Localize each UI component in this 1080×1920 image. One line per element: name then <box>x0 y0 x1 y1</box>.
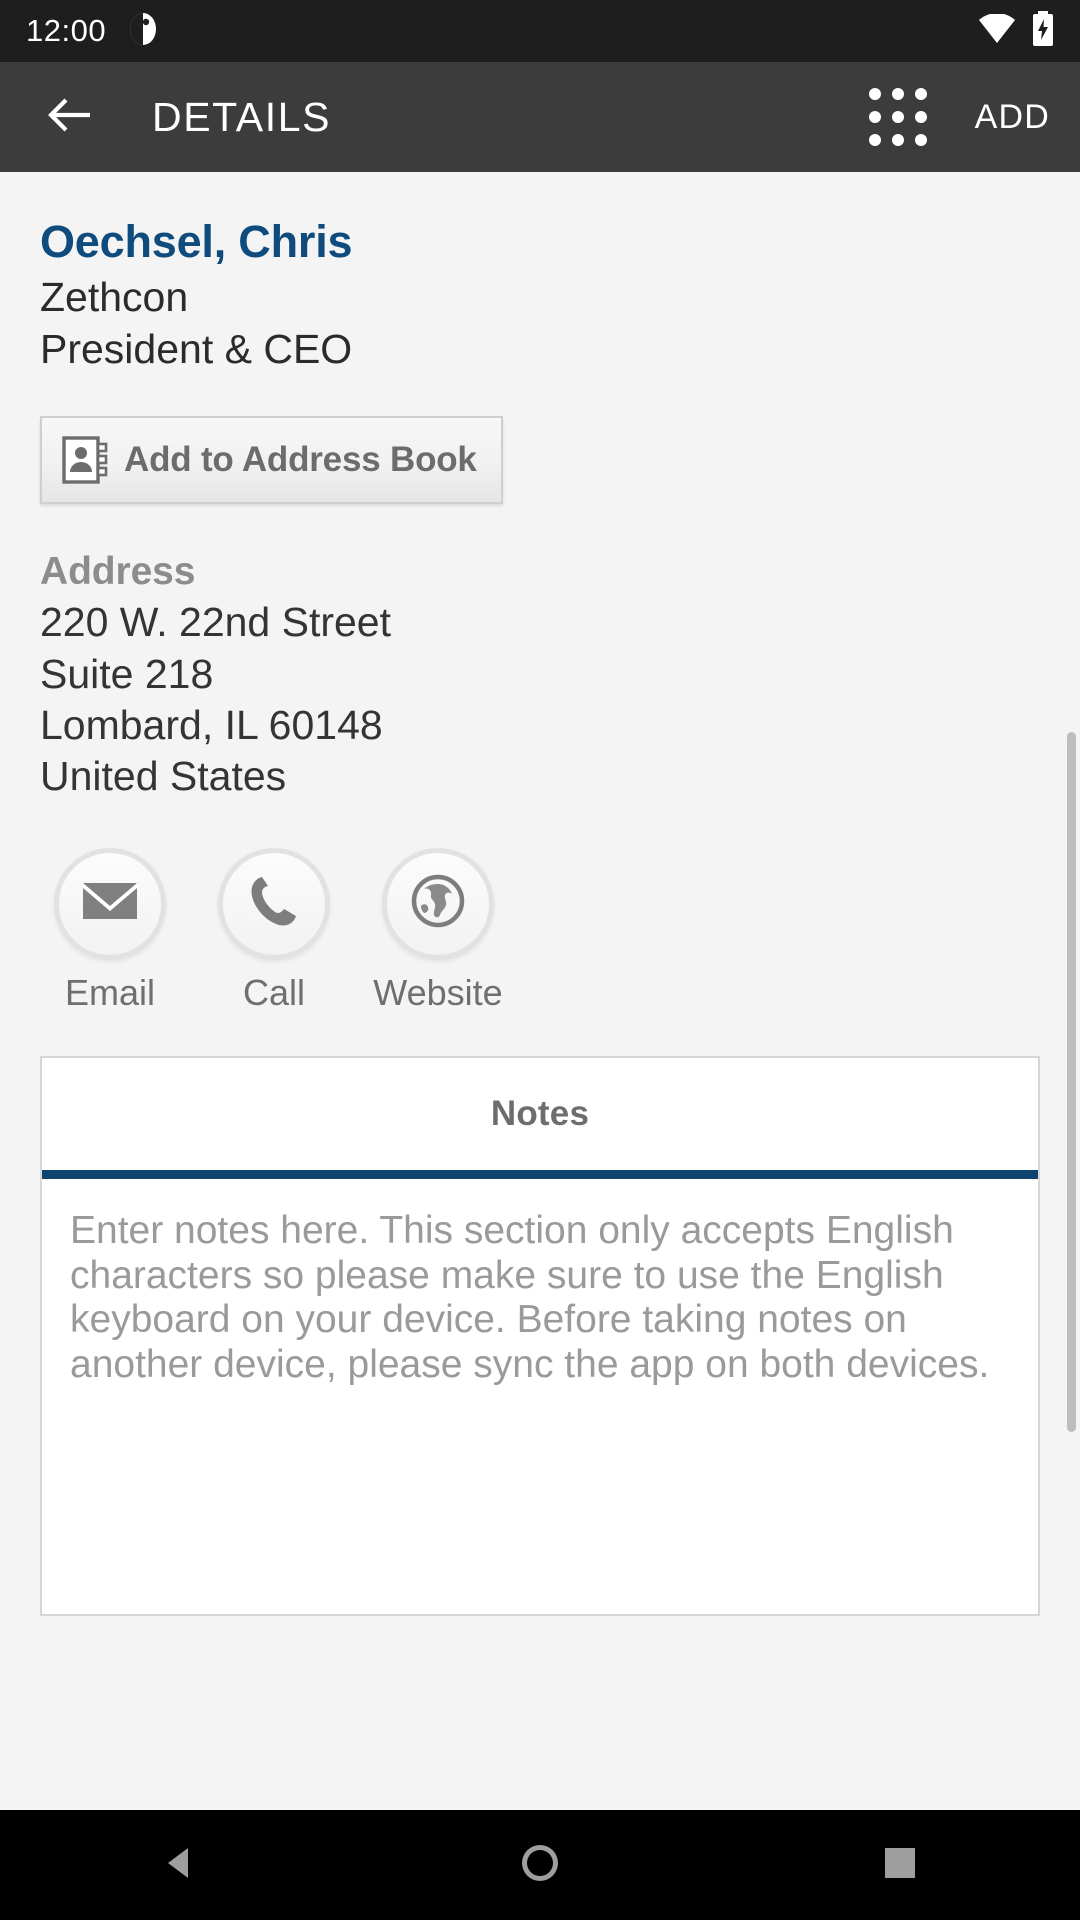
globe-icon <box>410 873 466 934</box>
contact-name[interactable]: Oechsel, Chris <box>40 217 1040 267</box>
page-title: DETAILS <box>152 93 332 140</box>
system-navigation-bar <box>0 1810 1080 1920</box>
nav-home-circle-icon <box>517 1840 563 1891</box>
add-button[interactable]: ADD <box>973 92 1052 143</box>
website-action-label: Website <box>373 971 503 1013</box>
call-action-label: Call <box>242 971 305 1013</box>
notification-dot-icon <box>128 12 158 51</box>
vertical-scrollbar[interactable] <box>1067 732 1076 1432</box>
wifi-icon <box>978 12 1016 49</box>
address-line: Suite 218 <box>40 650 214 697</box>
address-line: United States <box>40 753 287 800</box>
address-section-label: Address <box>40 550 196 594</box>
nav-recents-button[interactable] <box>820 1810 980 1920</box>
contact-job-title: President & CEO <box>40 325 353 372</box>
status-bar: 12:00 <box>0 0 1080 62</box>
email-action-circle <box>54 847 166 960</box>
contact-card-icon <box>62 435 110 485</box>
add-to-address-book-label: Add to Address Book <box>124 440 477 480</box>
tab-notes[interactable]: Notes <box>42 1057 1038 1170</box>
contact-company: Zethcon <box>40 273 189 320</box>
nav-recents-square-icon <box>880 1843 920 1888</box>
back-button[interactable] <box>38 85 102 149</box>
details-content: Oechsel, Chris Zethcon President & CEO A… <box>0 172 1080 1810</box>
nav-home-button[interactable] <box>460 1810 620 1920</box>
arrow-back-icon <box>44 89 96 146</box>
phone-icon <box>248 874 300 933</box>
details-inner: Oechsel, Chris Zethcon President & CEO A… <box>0 172 1080 1014</box>
nav-back-button[interactable] <box>100 1810 260 1920</box>
status-system-icons <box>978 10 1054 52</box>
add-to-address-book-button[interactable]: Add to Address Book <box>40 416 503 505</box>
notes-placeholder: Enter notes here. This section only acce… <box>70 1208 990 1387</box>
notes-input[interactable]: Enter notes here. This section only acce… <box>42 1178 1038 1614</box>
notes-tab-label: Notes <box>490 1093 590 1133</box>
address-line: 220 W. 22nd Street <box>40 599 392 646</box>
status-notification-icons <box>128 12 158 51</box>
battery-charging-icon <box>1032 10 1054 52</box>
address-line: Lombard, IL 60148 <box>40 702 383 749</box>
email-action-button[interactable]: Email <box>40 847 180 1014</box>
status-clock: 12:00 <box>26 13 107 48</box>
website-action-circle <box>382 847 494 960</box>
envelope-icon <box>81 879 139 928</box>
contact-actions: Email Call Website <box>40 847 1040 1014</box>
apps-grid-icon[interactable] <box>868 88 927 146</box>
call-action-circle <box>218 847 330 960</box>
call-action-button[interactable]: Call <box>204 847 344 1014</box>
notes-tab-underline <box>42 1169 1038 1179</box>
email-action-label: Email <box>64 971 156 1013</box>
website-action-button[interactable]: Website <box>368 847 508 1014</box>
nav-back-triangle-icon <box>158 1841 202 1890</box>
phone-screen: 12:00 DETAILS ADD Oechsel, Chris Zethcon… <box>0 0 1080 1920</box>
app-bar: DETAILS ADD <box>0 62 1080 172</box>
notes-card: Notes Enter notes here. This section onl… <box>40 1055 1040 1616</box>
